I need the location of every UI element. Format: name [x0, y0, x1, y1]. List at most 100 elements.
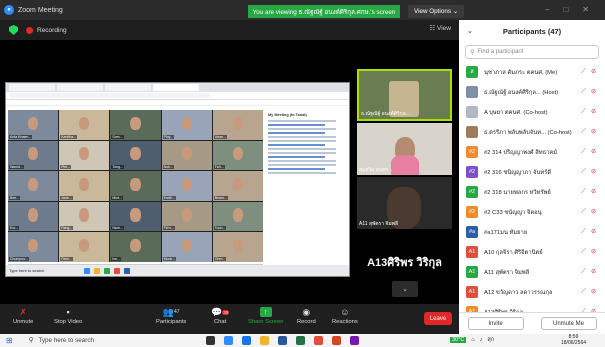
mic-muted-icon: ⟋	[581, 168, 586, 175]
participant-row[interactable]: A1 A12 ขวัญดาว ลดาวรรณกุล ⟋ ⊘	[459, 282, 605, 302]
stop-video-button[interactable]: ▪ Stop Video	[54, 307, 82, 325]
reactions-button[interactable]: ☺ Reactions	[332, 307, 358, 325]
collapse-chevron-icon[interactable]: ⌄	[467, 27, 473, 35]
app-icon[interactable]	[350, 336, 359, 345]
taskbar-search[interactable]: ⚲ Type here to search	[29, 337, 94, 344]
participant-row[interactable]: #2 #2 C33 ชนัญญา จิตอนุ ⟋ ⊘	[459, 202, 605, 222]
participant-video	[232, 116, 243, 130]
participant-row[interactable]: ธ.ตรรีภา พลับพลับจันท... (Co-host) ⟋ ⊘	[459, 122, 605, 142]
shared-screen[interactable]: Anta Khaen... Kanitha... Som... Ploy... Anan…	[5, 82, 350, 277]
chat-badge: 39	[222, 309, 230, 315]
excel-icon[interactable]	[296, 336, 305, 345]
gallery-tile: Pang...	[59, 201, 110, 232]
participant-row[interactable]: A บุษยา ตคนศ. (Co-host) ⟋ ⊘	[459, 102, 605, 122]
window-title: Zoom Meeting	[18, 6, 63, 14]
unmute-label: Unmute	[13, 319, 34, 325]
mic-muted-icon: ⟋	[581, 148, 586, 155]
clock-date: 18/06/2564	[561, 340, 587, 346]
view-options-button[interactable]: View Options ⌄	[408, 5, 464, 18]
participant-row[interactable]: A1 A11 สุพัตรา จิมพลี ⟋ ⊘	[459, 262, 605, 282]
gallery-name-label: Toon...	[213, 226, 227, 231]
gallery-tile: Ploy...	[161, 110, 212, 140]
participant-row[interactable]: A1A13ศิริพร วิริกุล⟋⊘	[459, 302, 605, 312]
participant-search-input[interactable]: ⚲ Find a participant	[465, 45, 599, 59]
file-explorer-icon[interactable]	[260, 336, 269, 345]
participant-row[interactable]: #2 #2 318 นายพลกร ทวีทรัพย์ ⟋ ⊘	[459, 182, 605, 202]
taskbar-clock[interactable]: 8:59 18/06/2564	[561, 334, 586, 346]
camera-off-icon: ⊘	[591, 189, 597, 195]
windows-start-icon[interactable]: ⊞	[6, 336, 13, 345]
participant-status-icons: ⟋ ⊘	[581, 288, 599, 296]
speaker-tile[interactable]: A11 สุพัตรา จิมพลี	[357, 177, 452, 229]
participant-avatar	[466, 86, 478, 98]
participants-label: Participants	[156, 319, 187, 325]
chat-link-line	[268, 124, 325, 126]
wifi-icon[interactable]: ⌂	[471, 337, 474, 343]
participant-row[interactable]: #a #a171มน ทัมยาย ⟋ ⊘	[459, 222, 605, 242]
system-tray: 30°C ⌂ ♪ สุก	[450, 336, 494, 344]
word-icon[interactable]	[278, 336, 287, 345]
participant-row[interactable]: สนุชาภาส คัมภระ ตคนศ. (Me) ⟋ ⊘	[459, 62, 605, 82]
speaker-tile[interactable]: สมถวิล สุนทร...	[357, 123, 452, 175]
stop-video-label: Stop Video	[54, 319, 83, 325]
speaker-tile[interactable]: ธ.ณัฐณัฐ์ อนงค์ศิริกุล...	[357, 69, 452, 121]
maximize-icon[interactable]: □	[563, 5, 568, 14]
record-label: Record	[297, 319, 316, 325]
search-icon: ⚲	[470, 49, 475, 56]
unmute-me-button[interactable]: Unmute Me	[540, 317, 597, 330]
mic-muted-icon: ⟋	[581, 208, 586, 215]
language-indicator[interactable]: สุก	[487, 336, 494, 344]
participant-name: A11 สุพัตรา จิมพลี	[484, 270, 530, 276]
gallery-name-label: Earth...	[162, 195, 176, 200]
powerpoint-icon[interactable]	[332, 336, 341, 345]
security-shield-icon[interactable]	[9, 25, 18, 35]
gallery-name-label: Beam...	[213, 195, 228, 200]
participant-status-icons: ⟋ ⊘	[581, 128, 599, 136]
participants-footer: Invite Unmute Me	[459, 312, 605, 334]
leave-button[interactable]: Leave	[424, 312, 452, 325]
participant-video	[28, 147, 39, 161]
participants-button[interactable]: 👥 47 Participants	[156, 307, 187, 326]
invite-button[interactable]: Invite	[467, 317, 524, 330]
participant-row[interactable]: #2 #2 316 ชนิญญาภา จันทร์ดี ⟋ ⊘	[459, 162, 605, 182]
view-button[interactable]: ☷ View	[429, 24, 451, 32]
chrome-icon[interactable]	[314, 336, 323, 345]
participant-row[interactable]: ธ.ณัฐณัฐ์ อนงค์ศิริกุล... (Host) ⟋ ⊘	[459, 82, 605, 102]
gallery-name-label: Koi...	[9, 226, 19, 231]
unmute-button[interactable]: ✗ Unmute	[13, 307, 34, 326]
browser-tab-active	[153, 84, 199, 91]
participant-avatar: #2	[466, 146, 478, 158]
task-view-icon[interactable]	[206, 336, 215, 345]
minimize-icon[interactable]: –	[545, 5, 549, 14]
participant-video	[79, 147, 90, 161]
browser-address-bar	[6, 92, 349, 100]
gallery-name-label: Mint...	[111, 195, 123, 200]
zoom-app-icon[interactable]	[224, 336, 233, 345]
participant-status-icons: ⟋ ⊘	[581, 148, 599, 156]
share-screen-button[interactable]: ↑ Share Screen	[248, 307, 283, 325]
participant-row[interactable]: #2 #2 314 ปริญญาพงศ์ สิทธาคม์ ⟋ ⊘	[459, 142, 605, 162]
participant-avatar	[466, 106, 478, 118]
participant-name: #2 C33 ชนัญญา จิตอนุ	[484, 210, 542, 216]
participant-video	[232, 177, 243, 191]
weather-widget[interactable]: 30°C	[450, 337, 467, 343]
participant-video	[79, 177, 90, 191]
volume-icon[interactable]: ♪	[480, 337, 483, 343]
gallery-tile: Palm...	[59, 232, 110, 262]
chevron-down-icon[interactable]: ⌄	[392, 281, 418, 297]
shared-app-icon	[114, 267, 121, 274]
participant-row[interactable]: A1 A10 กุลจิรา ศิริจิตานิตย์ ⟋ ⊘	[459, 242, 605, 262]
participant-avatar: #2	[466, 166, 478, 178]
mic-muted-icon: ⟋	[581, 188, 586, 195]
participant-video	[28, 238, 39, 253]
gallery-tile: Fah...	[212, 140, 263, 171]
close-icon[interactable]: ✕	[582, 5, 589, 14]
chat-text-line	[268, 160, 337, 162]
record-button[interactable]: ◉ Record	[297, 307, 316, 326]
mic-muted-icon: ⟋	[581, 68, 586, 75]
chat-text-line	[268, 128, 337, 130]
edge-icon[interactable]	[242, 336, 251, 345]
chat-button[interactable]: 💬 39 Chat	[211, 307, 230, 325]
participants-header: ⌄ Participants (47)	[459, 20, 605, 42]
gallery-tile: Tong...	[110, 140, 161, 171]
